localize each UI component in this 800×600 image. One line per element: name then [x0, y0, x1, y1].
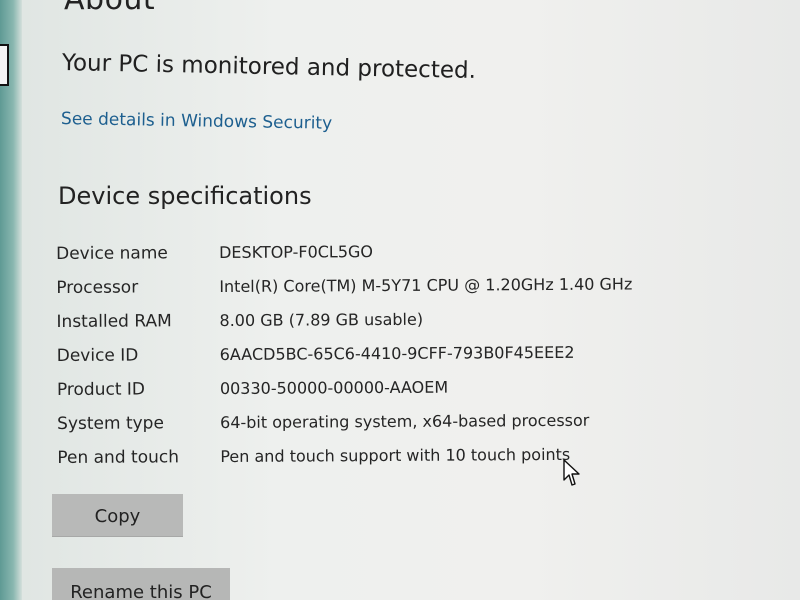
device-specifications-title: Device specifications	[58, 182, 312, 210]
spec-label: System type	[57, 413, 164, 434]
spec-row-installed-ram: Installed RAM 8.00 GB (7.89 GB usable)	[56, 305, 656, 343]
spec-row-processor: Processor Intel(R) Core(TM) M-5Y71 CPU @…	[56, 271, 656, 309]
mouse-pointer-icon	[563, 459, 580, 486]
copy-button[interactable]: Copy	[52, 494, 183, 537]
spec-value: Intel(R) Core(TM) M-5Y71 CPU @ 1.20GHz 1…	[219, 274, 633, 297]
left-navigation-edge[interactable]	[0, 44, 9, 86]
windows-security-link[interactable]: See details in Windows Security	[61, 108, 332, 135]
spec-row-device-id: Device ID 6AACD5BC-65C6-4410-9CFF-793B0F…	[57, 339, 657, 377]
spec-value: 64-bit operating system, x64-based proce…	[220, 410, 590, 433]
spec-row-system-type: System type 64-bit operating system, x64…	[57, 407, 657, 445]
spec-label: Processor	[56, 277, 139, 298]
page-title: About	[64, 0, 155, 18]
spec-value: 8.00 GB (7.89 GB usable)	[219, 309, 424, 331]
spec-value: Pen and touch support with 10 touch poin…	[220, 444, 571, 467]
spec-value: 6AACD5BC-65C6-4410-9CFF-793B0F45EEE2	[219, 342, 575, 365]
spec-value: DESKTOP-F0CL5GO	[219, 242, 374, 263]
spec-label: Pen and touch	[57, 447, 180, 468]
spec-label: Installed RAM	[56, 311, 172, 332]
rename-pc-button[interactable]: Rename this PC	[52, 568, 230, 600]
spec-label: Device name	[56, 243, 168, 264]
device-specifications-table: Device name DESKTOP-F0CL5GO Processor In…	[56, 237, 657, 479]
left-accent-strip	[0, 0, 22, 600]
spec-row-device-name: Device name DESKTOP-F0CL5GO	[56, 237, 656, 275]
spec-label: Device ID	[56, 345, 139, 366]
spec-value: 00330-50000-00000-AAOEM	[219, 377, 449, 399]
spec-row-product-id: Product ID 00330-50000-00000-AAOEM	[57, 373, 657, 411]
spec-label: Product ID	[56, 379, 146, 400]
